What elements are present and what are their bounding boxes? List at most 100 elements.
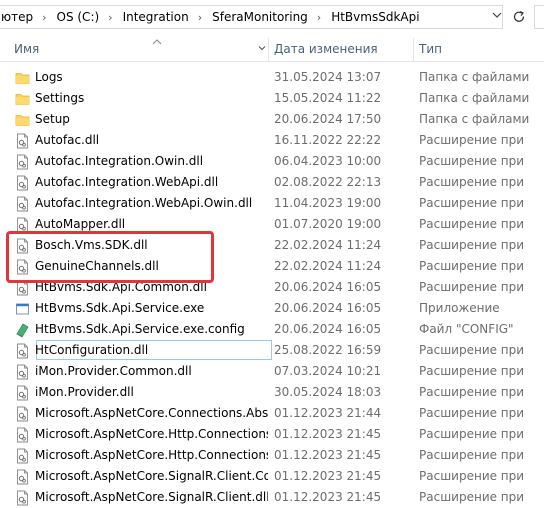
breadcrumb-item[interactable]: SferaMonitoring	[211, 10, 308, 24]
breadcrumb-chevron-icon[interactable]: ›	[33, 11, 55, 24]
file-row[interactable]: HtBvms.Sdk.Api.Service.exe.config 20.06.2…	[0, 319, 544, 340]
column-header-type[interactable]: Тип	[419, 38, 442, 61]
file-name-cell[interactable]: HtBvms.Sdk.Api.Service.exe.config	[14, 319, 268, 340]
file-row[interactable]: Microsoft.AspNetCore.SignalR.Client.dll 0…	[0, 487, 544, 508]
file-row[interactable]: HtBvms.Sdk.Api.Common.dll 20.06.2024 16:0…	[0, 277, 544, 298]
breadcrumb-item[interactable]: OS (C:)	[56, 10, 100, 24]
file-type: Расширение при	[419, 343, 525, 357]
breadcrumb-item[interactable]: ютер	[0, 10, 33, 24]
file-date: 01.12.2023 21:44	[274, 406, 382, 420]
folder-icon	[15, 112, 30, 128]
file-row[interactable]: Microsoft.AspNetCore.SignalR.Client.Cor.…	[0, 466, 544, 487]
file-name-cell[interactable]: Microsoft.AspNetCore.Connections.Abst...	[14, 403, 268, 424]
file-row[interactable]: Microsoft.AspNetCore.Http.Connections...…	[0, 424, 544, 445]
file-name-cell[interactable]: HtBvms.Sdk.Api.Service.exe	[14, 298, 268, 319]
breadcrumb-item[interactable]: HtBvmsSdkApi	[330, 10, 419, 24]
file-row[interactable]: Settings 15.05.2024 11:22 Папка с файлами	[0, 88, 544, 109]
file-name: HtConfiguration.dll	[35, 343, 149, 357]
file-name: Microsoft.AspNetCore.Http.Connections...…	[35, 427, 268, 441]
breadcrumb-chevron-icon[interactable]: ›	[189, 11, 211, 24]
file-row[interactable]: Autofac.Integration.WebApi.dll 02.08.2022…	[0, 172, 544, 193]
column-divider[interactable]	[268, 38, 269, 61]
file-name: Logs	[35, 70, 63, 84]
file-row[interactable]: iMon.Provider.Common.dll 07.03.2024 10:21…	[0, 361, 544, 382]
file-date: 31.05.2024 13:07	[274, 70, 382, 84]
file-row[interactable]: AutoMapper.dll 01.07.2020 19:00 Расширение…	[0, 214, 544, 235]
file-name-cell[interactable]: Logs	[14, 67, 268, 88]
file-date: 25.08.2022 16:59	[274, 343, 382, 357]
file-name-cell[interactable]: Microsoft.AspNetCore.SignalR.Client.Cor.…	[14, 466, 268, 487]
address-bar: ютер › OS (C:) › Integration › SferaMoni…	[0, 0, 544, 34]
file-name-cell[interactable]: HtConfiguration.dll	[14, 340, 268, 361]
file-name: Microsoft.AspNetCore.Http.Connections...…	[35, 448, 268, 462]
file-type: Расширение при	[419, 490, 525, 504]
file-type: Расширение при	[419, 427, 525, 441]
file-type: Расширение при	[419, 154, 525, 168]
file-name-cell[interactable]: Settings	[14, 88, 268, 109]
address-dropdown-icon[interactable]	[492, 10, 502, 23]
file-name-cell[interactable]: Setup	[14, 109, 268, 130]
file-row[interactable]: Autofac.Integration.WebApi.Owin.dll 11.04…	[0, 193, 544, 214]
file-row[interactable]: Setup 20.06.2024 17:50 Папка с файлами	[0, 109, 544, 130]
file-name-cell[interactable]: Microsoft.AspNetCore.Http.Connections...…	[14, 445, 268, 466]
file-row[interactable]: GenuineChannels.dll 22.02.2024 11:24 Расши…	[0, 256, 544, 277]
file-name-cell[interactable]: iMon.Provider.Common.dll	[14, 361, 268, 382]
file-row[interactable]: iMon.Provider.dll 30.05.2024 18:03 Расшире…	[0, 382, 544, 403]
file-row[interactable]: Microsoft.AspNetCore.Http.Connections...…	[0, 445, 544, 466]
file-row[interactable]: Bosch.Vms.SDK.dll 22.02.2024 11:24 Расшире…	[0, 235, 544, 256]
file-type: Расширение при	[419, 406, 525, 420]
file-name-cell[interactable]: Autofac.Integration.Owin.dll	[14, 151, 268, 172]
file-name: Autofac.dll	[35, 133, 100, 147]
file-name-cell[interactable]: HtBvms.Sdk.Api.Common.dll	[14, 277, 268, 298]
dll-file-icon	[15, 406, 30, 422]
file-date: 07.03.2024 10:21	[274, 364, 382, 378]
file-date: 20.06.2024 17:50	[274, 112, 382, 126]
file-name-cell[interactable]: Autofac.dll	[14, 130, 268, 151]
file-name: iMon.Provider.Common.dll	[35, 364, 192, 378]
file-type: Папка с файлами	[419, 91, 530, 105]
dll-file-icon	[15, 238, 30, 254]
file-type: Расширение при	[419, 196, 525, 210]
breadcrumb-item[interactable]: Integration	[122, 10, 189, 24]
config-file-icon	[15, 322, 30, 338]
file-name-cell[interactable]: Microsoft.AspNetCore.SignalR.Client.dll	[14, 487, 268, 508]
breadcrumb[interactable]: ютер › OS (C:) › Integration › SferaMoni…	[0, 5, 503, 29]
file-name: Autofac.Integration.WebApi.Owin.dll	[35, 196, 253, 210]
file-name-cell[interactable]: GenuineChannels.dll	[14, 256, 268, 277]
file-row[interactable]: Autofac.dll 16.11.2022 22:22 Расширение пр…	[0, 130, 544, 151]
file-type: Расширение при	[419, 448, 525, 462]
file-row[interactable]: HtBvms.Sdk.Api.Service.exe 20.06.2024 16:…	[0, 298, 544, 319]
file-name: AutoMapper.dll	[35, 217, 126, 231]
file-name: Autofac.Integration.Owin.dll	[35, 154, 204, 168]
file-row[interactable]: HtConfiguration.dll 25.08.2022 16:59 Расши…	[0, 340, 544, 361]
file-name-cell[interactable]: Autofac.Integration.WebApi.Owin.dll	[14, 193, 268, 214]
column-header-date[interactable]: Дата изменения	[274, 38, 378, 61]
folder-icon	[15, 91, 30, 107]
file-name-cell[interactable]: Microsoft.AspNetCore.Http.Connections...…	[14, 424, 268, 445]
chevron-down-icon[interactable]	[257, 43, 267, 56]
dll-file-icon	[15, 427, 30, 443]
dll-file-icon	[15, 448, 30, 464]
file-date: 06.04.2023 10:00	[274, 154, 382, 168]
file-row[interactable]: Microsoft.AspNetCore.Connections.Abst...…	[0, 403, 544, 424]
file-name: Autofac.Integration.WebApi.dll	[35, 175, 219, 189]
file-row[interactable]: Autofac.Integration.Owin.dll 06.04.2023 1…	[0, 151, 544, 172]
file-date: 20.06.2024 16:05	[274, 280, 382, 294]
file-type: Расширение при	[419, 175, 525, 189]
column-divider[interactable]	[413, 38, 414, 61]
file-name-cell[interactable]: Bosch.Vms.SDK.dll	[14, 235, 268, 256]
search-box[interactable]	[534, 5, 544, 29]
file-date: 11.04.2023 19:00	[274, 196, 382, 210]
breadcrumb-chevron-icon[interactable]: ›	[308, 11, 330, 24]
file-name-cell[interactable]: iMon.Provider.dll	[14, 382, 268, 403]
file-row[interactable]: Logs 31.05.2024 13:07 Папка с файлами	[0, 67, 544, 88]
file-date: 16.11.2022 22:22	[274, 133, 382, 147]
file-name-cell[interactable]: AutoMapper.dll	[14, 214, 268, 235]
dll-file-icon	[15, 385, 30, 401]
column-header-name[interactable]: Имя	[14, 38, 39, 61]
breadcrumb-chevron-icon[interactable]: ›	[99, 11, 121, 24]
file-name: HtBvms.Sdk.Api.Service.exe.config	[35, 322, 245, 336]
refresh-icon[interactable]	[508, 6, 530, 28]
file-type: Расширение при	[419, 385, 525, 399]
file-name-cell[interactable]: Autofac.Integration.WebApi.dll	[14, 172, 268, 193]
